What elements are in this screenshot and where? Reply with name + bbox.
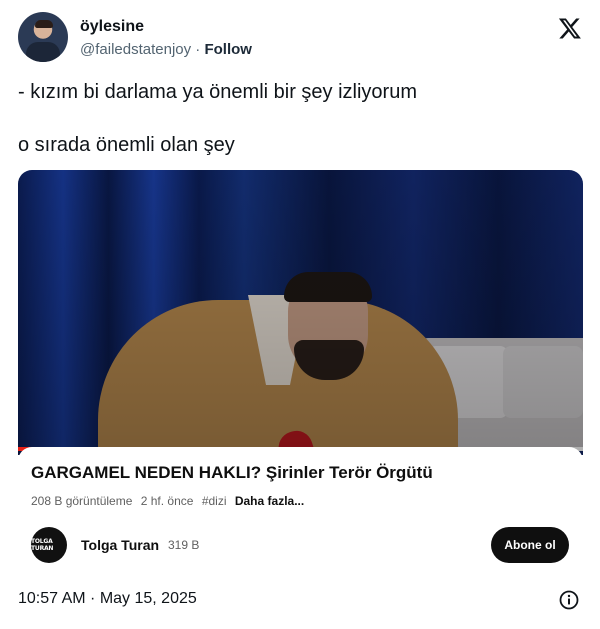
tweet-header: öylesine @failedstatenjoy · Follow: [18, 12, 584, 68]
video-meta: 208 B görüntüleme 2 hf. önce #dizi Daha …: [31, 494, 309, 508]
video-views: 208 B görüntüleme: [31, 494, 133, 508]
info-icon[interactable]: [559, 590, 579, 610]
video-title[interactable]: GARGAMEL NEDEN HAKLI? Şirinler Terör Örg…: [31, 463, 433, 483]
follow-button[interactable]: Follow: [204, 41, 252, 58]
separator: ·: [195, 41, 201, 58]
channel-avatar[interactable]: TOLGA TURAN: [31, 527, 67, 563]
channel-name[interactable]: Tolga Turan: [81, 537, 159, 553]
youtube-card[interactable]: GARGAMEL NEDEN HAKLI? Şirinler Terör Örg…: [18, 170, 583, 582]
subscriber-count: 319 B: [168, 538, 200, 552]
x-logo-icon[interactable]: [558, 16, 582, 40]
author-avatar[interactable]: [18, 12, 68, 62]
video-thumbnail[interactable]: [18, 170, 583, 555]
tweet-text-line-1: - kızım bi darlama ya önemli bir şey izl…: [18, 81, 417, 103]
author-display-name[interactable]: öylesine: [80, 18, 144, 36]
tweet-text-line-2: o sırada önemli olan şey: [18, 134, 235, 156]
author-handle-row: @failedstatenjoy · Follow: [80, 41, 252, 58]
subscribe-button[interactable]: Abone ol: [491, 527, 569, 563]
video-tag[interactable]: #dizi: [202, 494, 227, 508]
author-handle[interactable]: @failedstatenjoy: [80, 41, 191, 58]
channel-logo: TOLGA TURAN: [31, 538, 54, 552]
video-age: 2 hf. önce: [140, 494, 194, 508]
video-info: GARGAMEL NEDEN HAKLI? Şirinler Terör Örg…: [18, 447, 583, 582]
tweet-timestamp[interactable]: 10:57 AM · May 15, 2025: [18, 590, 197, 608]
show-more-link[interactable]: Daha fazla...: [235, 494, 304, 508]
